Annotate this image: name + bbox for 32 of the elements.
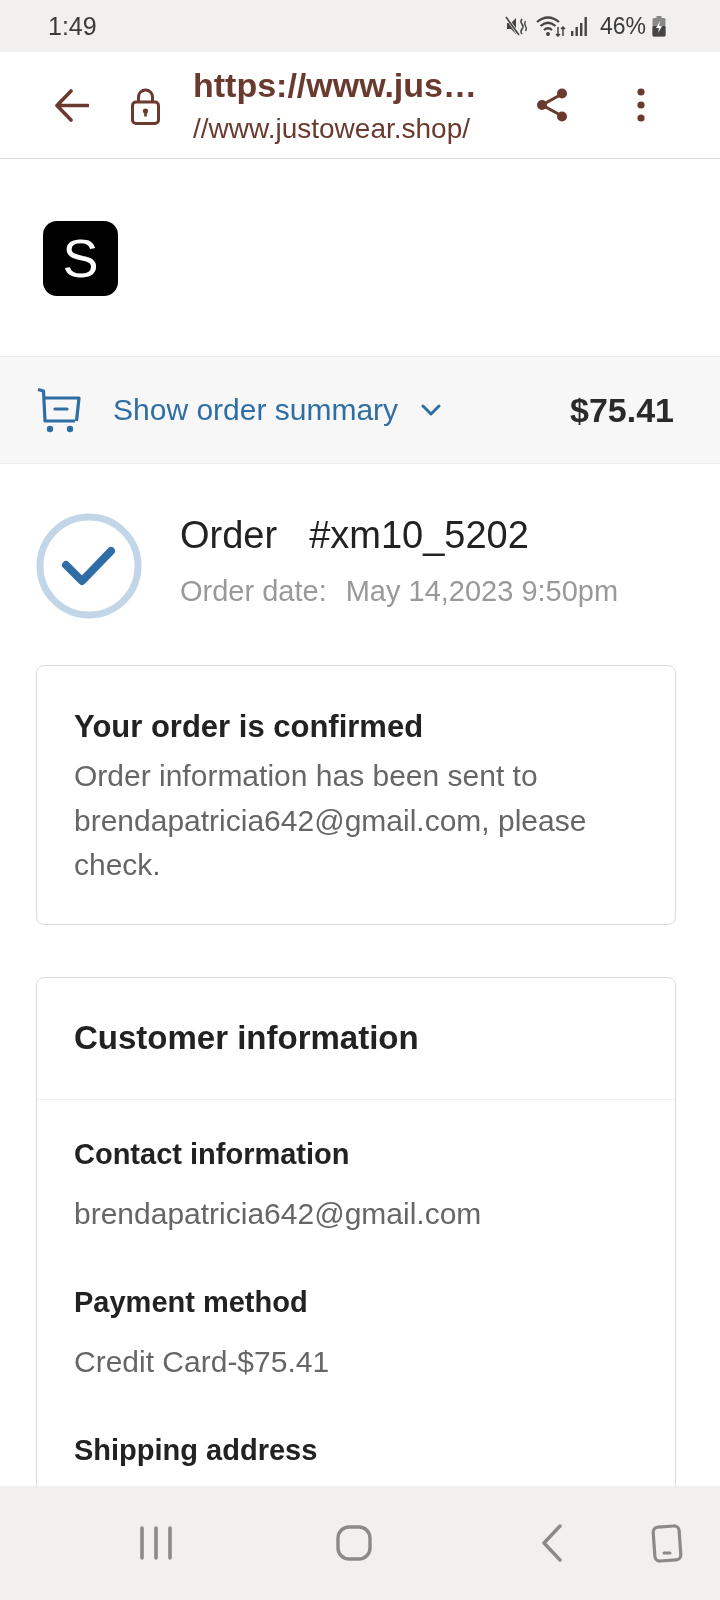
cart-icon [36, 387, 82, 433]
order-date: May 14,2023 9:50pm [345, 574, 619, 609]
order-total: $75.41 [570, 390, 674, 430]
confirmation-message: Order information has been sent to brendapatricia642@gmail.com, please check. [74, 758, 588, 883]
order-number: #xm10_5202 [309, 513, 529, 558]
section-heading: Payment method [74, 1284, 309, 1320]
store-logo[interactable]: S [43, 221, 118, 296]
mute-icon [504, 16, 527, 36]
section-value: brendapatricia642@gmail.com [74, 1195, 483, 1232]
section-value: Credit Card-$75.41 [74, 1343, 331, 1380]
clock-time: 1:49 [48, 13, 97, 39]
menu-icon[interactable] [637, 88, 645, 122]
order-summary-toggle[interactable]: Show order summary [113, 392, 442, 428]
wifi-icon [535, 15, 566, 37]
home-icon[interactable] [336, 1525, 372, 1561]
recent-apps-icon[interactable] [139, 1526, 173, 1560]
back-arrow-icon[interactable] [54, 87, 89, 123]
battery-percentage: 46% [599, 14, 646, 38]
check-circle-icon [36, 513, 142, 619]
share-icon[interactable] [536, 88, 568, 122]
customer-info-title: Customer information [74, 1017, 420, 1058]
phone-icon[interactable] [651, 1523, 683, 1563]
section-heading: Contact information [74, 1136, 351, 1172]
signal-icon [569, 16, 590, 36]
back-icon[interactable] [541, 1524, 563, 1562]
section-heading: Shipping address [74, 1432, 319, 1468]
confirmation-title: Your order is confirmed [74, 708, 425, 746]
page-title: https://www.jus… [193, 64, 478, 105]
order-label: Order [180, 513, 278, 558]
battery-icon [652, 15, 666, 37]
page-url: //www.justowear.shop/ [193, 111, 472, 146]
order-date-label: Order date: [180, 574, 327, 609]
